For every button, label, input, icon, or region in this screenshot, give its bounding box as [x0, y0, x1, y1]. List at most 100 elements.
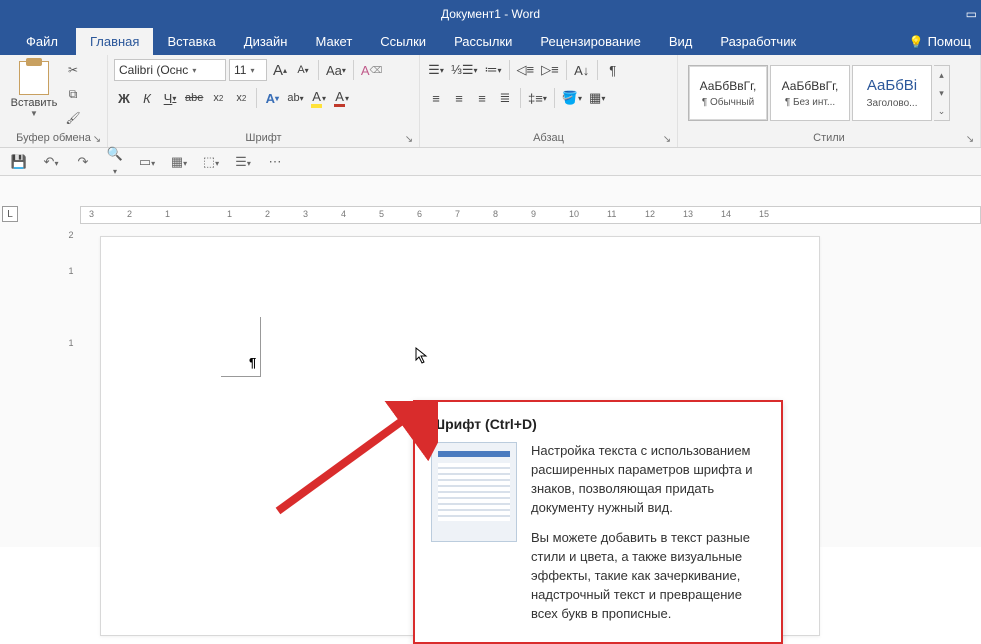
- underline-button[interactable]: Ч▾: [160, 87, 180, 109]
- shrink-font-button[interactable]: A▾: [293, 59, 313, 81]
- italic-button[interactable]: К: [137, 87, 157, 109]
- tab-developer[interactable]: Разработчик: [706, 28, 810, 55]
- horizontal-ruler[interactable]: 321123456789101112131415: [80, 206, 981, 224]
- sort-button[interactable]: A↓: [572, 59, 592, 81]
- paragraph-mark: ¶: [249, 355, 256, 370]
- title-bar: Документ1 - Word ▭: [0, 0, 981, 28]
- tab-layout[interactable]: Макет: [301, 28, 366, 55]
- paste-label: Вставить: [11, 97, 58, 109]
- strikethrough-button[interactable]: abe: [183, 87, 205, 109]
- font-launcher[interactable]: ↘: [403, 133, 415, 145]
- justify-button[interactable]: ≣: [495, 87, 515, 109]
- window-controls: ▭: [966, 7, 977, 21]
- find-button[interactable]: 🔍▾: [106, 146, 124, 177]
- tab-home[interactable]: Главная: [76, 28, 153, 55]
- save-button[interactable]: 💾: [10, 154, 28, 170]
- tab-view[interactable]: Вид: [655, 28, 707, 55]
- bullets-button[interactable]: ☰▾: [426, 59, 446, 81]
- chevron-down-icon: ▾: [250, 66, 254, 75]
- increase-indent-button[interactable]: ▷≡: [539, 59, 561, 81]
- qat-item[interactable]: ☰▾: [234, 154, 252, 170]
- numbering-button[interactable]: ⅓☰▾: [449, 59, 480, 81]
- font-size-combo[interactable]: 11 ▾: [229, 59, 267, 81]
- font-name-combo[interactable]: Calibri (Оснс ▾: [114, 59, 226, 81]
- tell-me-label: Помощ: [928, 34, 971, 49]
- font-name-value: Calibri (Оснс: [119, 63, 188, 77]
- separator: [520, 88, 521, 108]
- align-right-button[interactable]: ≡: [472, 87, 492, 109]
- style-normal[interactable]: АаБбВвГг, ¶ Обычный: [688, 65, 768, 121]
- ribbon-display-options-icon[interactable]: ▭: [966, 7, 977, 21]
- multilevel-list-button[interactable]: ≔▾: [483, 59, 504, 81]
- tell-me[interactable]: 💡 Помощ: [895, 28, 981, 55]
- format-painter-button[interactable]: 🖌: [64, 109, 82, 127]
- text-effects-button[interactable]: A▾: [262, 87, 282, 109]
- qat-item[interactable]: ▭▾: [138, 154, 156, 170]
- paste-icon: [19, 61, 49, 95]
- font-color-button[interactable]: A▾: [332, 87, 352, 109]
- shading-button[interactable]: 🪣▾: [560, 87, 584, 109]
- vertical-ruler[interactable]: 211: [64, 230, 78, 374]
- grow-font-button[interactable]: A▴: [270, 59, 290, 81]
- qat-item[interactable]: ⬚▾: [202, 154, 220, 170]
- document-area: L 321123456789101112131415 211 ¶ Шрифт (…: [0, 176, 981, 547]
- borders-button[interactable]: ▦▾: [587, 87, 607, 109]
- group-font: Calibri (Оснс ▾ 11 ▾ A▴ A▾ Aa▾ A⌫ Ж: [108, 55, 420, 147]
- style-name: Заголово...: [867, 98, 918, 109]
- tooltip-paragraph: Настройка текста с использованием расшир…: [531, 442, 765, 517]
- bulb-icon: 💡: [909, 35, 924, 49]
- line-spacing-button[interactable]: ‡≡▾: [526, 87, 549, 109]
- font-size-value: 11: [234, 63, 246, 77]
- ribbon: Вставить ▼ ✂ ⧉ 🖌 Буфер обмена ↘ Calibri …: [0, 55, 981, 148]
- style-no-spacing[interactable]: АаБбВвГг, ¶ Без инт...: [770, 65, 850, 121]
- tooltip-text: Настройка текста с использованием расшир…: [531, 442, 765, 624]
- cut-button[interactable]: ✂: [64, 61, 82, 79]
- style-heading1[interactable]: АаБбВі Заголово...: [852, 65, 932, 121]
- tab-insert[interactable]: Вставка: [153, 28, 229, 55]
- separator: [318, 60, 319, 80]
- highlight-button[interactable]: A▾: [309, 87, 329, 109]
- tab-references[interactable]: Ссылки: [366, 28, 440, 55]
- styles-launcher[interactable]: ↘: [964, 133, 976, 145]
- separator: [554, 88, 555, 108]
- style-preview: АаБбВі: [867, 77, 917, 94]
- ribbon-tabs: Файл Главная Вставка Дизайн Макет Ссылки…: [0, 28, 981, 55]
- separator: [566, 60, 567, 80]
- qat-more[interactable]: ⋯: [266, 154, 284, 170]
- align-left-button[interactable]: ≡: [426, 87, 446, 109]
- tab-review[interactable]: Рецензирование: [526, 28, 654, 55]
- scroll-up-icon[interactable]: ▴: [934, 66, 949, 84]
- redo-button[interactable]: ↷: [74, 154, 92, 170]
- decrease-indent-button[interactable]: ◁≡: [515, 59, 537, 81]
- chevron-down-icon: ▾: [192, 66, 196, 75]
- paste-button[interactable]: Вставить ▼: [6, 59, 62, 118]
- group-label-paragraph: Абзац ↘: [420, 129, 677, 147]
- superscript-button[interactable]: x2: [231, 87, 251, 109]
- styles-gallery-more[interactable]: ▴ ▾ ⌄: [934, 65, 950, 121]
- group-paragraph: ☰▾ ⅓☰▾ ≔▾ ◁≡ ▷≡ A↓ ¶ ≡ ≡ ≡ ≣: [420, 55, 678, 147]
- show-marks-button[interactable]: ¶: [603, 59, 623, 81]
- tooltip-title: Шрифт (Ctrl+D): [431, 416, 765, 432]
- qat-item[interactable]: ▦▾: [170, 154, 188, 170]
- clipboard-launcher[interactable]: ↘: [91, 133, 103, 145]
- chevron-down-icon: ▼: [30, 109, 38, 118]
- expand-icon[interactable]: ⌄: [934, 102, 949, 120]
- tab-file[interactable]: Файл: [8, 28, 76, 55]
- separator: [509, 60, 510, 80]
- undo-button[interactable]: ↶▾: [42, 154, 60, 170]
- window-title: Документ1 - Word: [441, 7, 540, 21]
- bold-button[interactable]: Ж: [114, 87, 134, 109]
- align-center-button[interactable]: ≡: [449, 87, 469, 109]
- char-border-button[interactable]: ab▾: [285, 87, 305, 109]
- style-name: ¶ Обычный: [702, 97, 754, 108]
- separator: [597, 60, 598, 80]
- scroll-down-icon[interactable]: ▾: [934, 84, 949, 102]
- change-case-button[interactable]: Aa▾: [324, 59, 348, 81]
- tab-mailings[interactable]: Рассылки: [440, 28, 526, 55]
- clear-formatting-button[interactable]: A⌫: [359, 59, 384, 81]
- copy-button[interactable]: ⧉: [64, 85, 82, 103]
- subscript-button[interactable]: x2: [208, 87, 228, 109]
- tab-design[interactable]: Дизайн: [230, 28, 302, 55]
- tab-selector[interactable]: L: [2, 206, 18, 222]
- paragraph-launcher[interactable]: ↘: [661, 133, 673, 145]
